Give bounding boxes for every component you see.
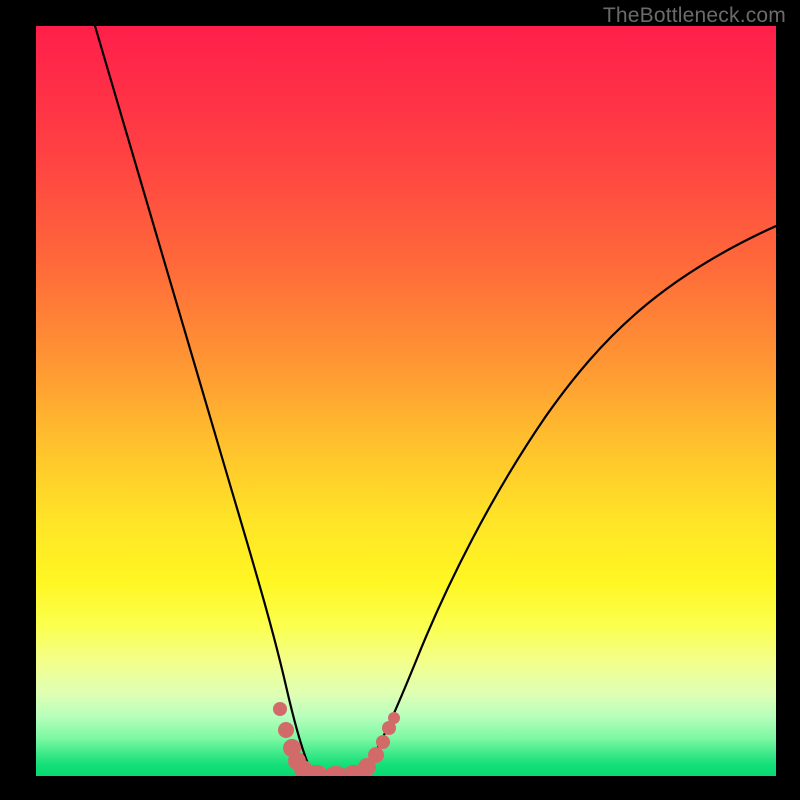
bottleneck-curve xyxy=(95,26,776,775)
curve-layer xyxy=(36,26,776,776)
plot-area xyxy=(36,26,776,776)
chart-frame: TheBottleneck.com xyxy=(0,0,800,800)
watermark-text: TheBottleneck.com xyxy=(603,4,786,28)
